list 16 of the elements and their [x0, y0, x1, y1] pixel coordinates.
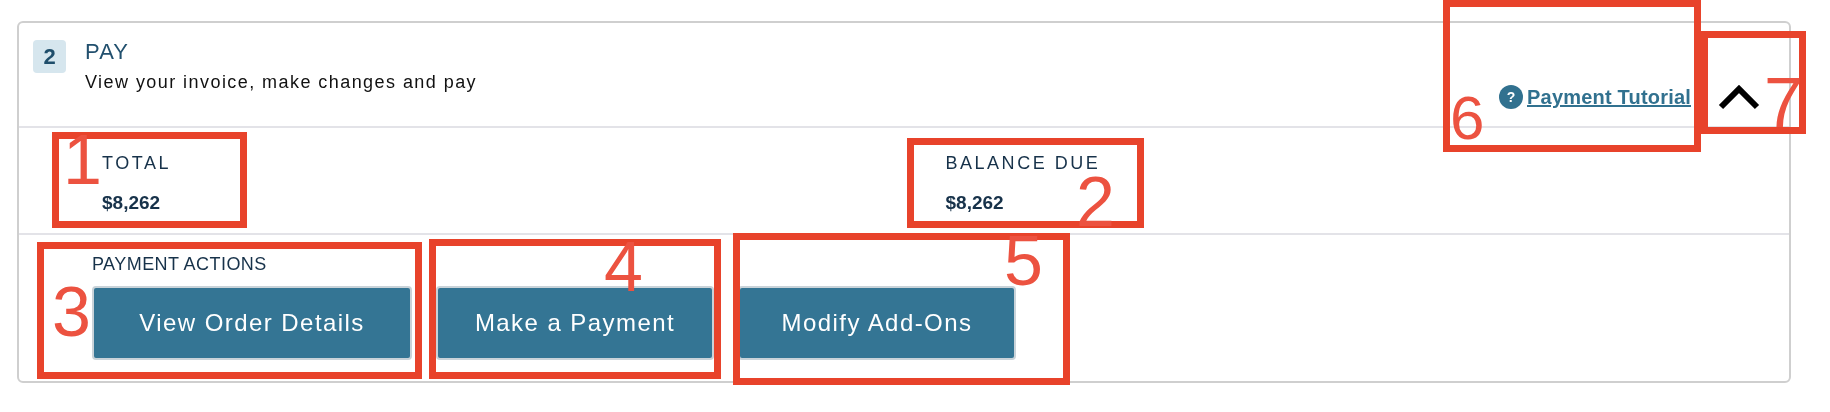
help-icon: ?: [1499, 85, 1523, 109]
annotation-number: 1: [63, 125, 102, 195]
amount-label: BALANCE DUE: [945, 152, 1101, 175]
section-title: PAY: [85, 38, 131, 66]
section-subtitle: View your invoice, make changes and pay: [85, 71, 478, 94]
amount-value: $8,262: [945, 191, 1004, 215]
chevron-up-icon: [1717, 83, 1761, 111]
step-number: 2: [33, 40, 66, 73]
action-button[interactable]: Modify Add-Ons: [738, 286, 1016, 360]
annotation-number: 6: [1450, 87, 1485, 149]
amount-label: TOTAL: [102, 152, 171, 175]
annotation-number: 3: [52, 277, 91, 347]
amount-value: $8,262: [102, 191, 161, 215]
actions-label: PAYMENT ACTIONS: [92, 253, 267, 276]
action-button[interactable]: View Order Details: [92, 286, 412, 360]
tutorial-link[interactable]: Payment Tutorial: [1527, 82, 1691, 112]
